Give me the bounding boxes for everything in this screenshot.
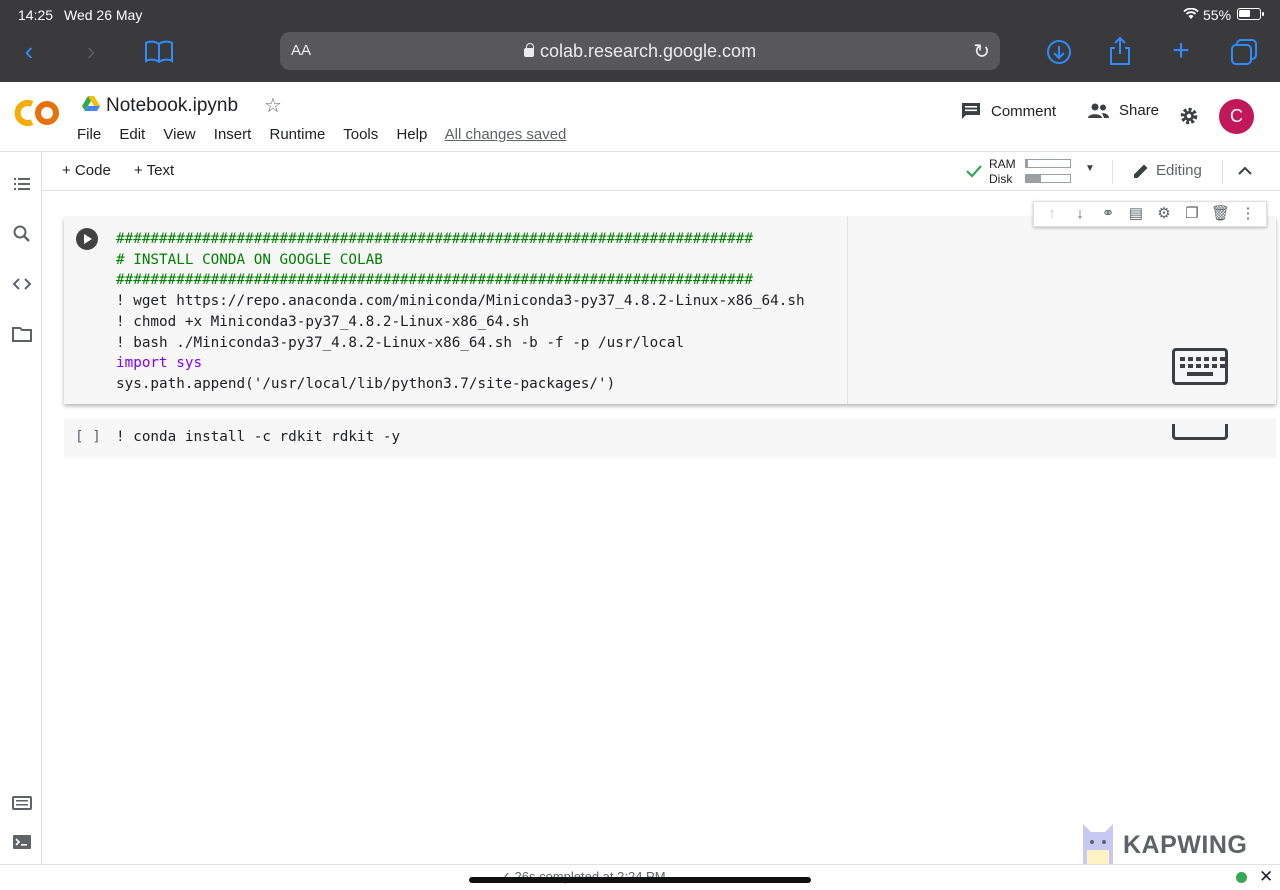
menu-insert[interactable]: Insert bbox=[214, 126, 252, 143]
table-of-contents-icon[interactable] bbox=[11, 173, 33, 195]
comment-label: Comment bbox=[991, 102, 1057, 120]
bookmarks-icon[interactable] bbox=[144, 40, 174, 64]
terminal-icon[interactable] bbox=[11, 831, 33, 853]
url-text: colab.research.google.com bbox=[539, 41, 757, 61]
comment-icon bbox=[962, 103, 980, 119]
ram-label: RAM bbox=[989, 157, 1016, 171]
add-code-cell-button[interactable]: + Code bbox=[62, 162, 111, 179]
menu-file[interactable]: File bbox=[77, 126, 101, 143]
star-icon[interactable]: ☆ bbox=[264, 93, 282, 118]
address-bar[interactable]: AA colab.research.google.com ↻ bbox=[280, 32, 1000, 70]
close-icon[interactable]: ✕ bbox=[1259, 867, 1273, 887]
share-button[interactable]: Share bbox=[1087, 102, 1159, 119]
files-folder-icon[interactable] bbox=[11, 323, 33, 345]
keyboard-icon[interactable] bbox=[1172, 348, 1228, 385]
toolbar-divider-line bbox=[42, 190, 1280, 191]
comment-button[interactable]: Comment bbox=[961, 102, 1056, 120]
cell-run-indicator[interactable]: [ ] bbox=[75, 429, 101, 445]
menu-help[interactable]: Help bbox=[396, 126, 427, 143]
cell-settings-icon[interactable]: ⚙ bbox=[1155, 205, 1173, 223]
new-tab-icon[interactable]: + bbox=[1166, 36, 1196, 66]
code-editor[interactable]: ########################################… bbox=[116, 229, 805, 395]
move-cell-up-icon[interactable]: ↑ bbox=[1043, 205, 1061, 223]
code-line: ! bash ./Miniconda3-py37_4.8.2-Linux-x86… bbox=[116, 334, 685, 351]
disk-bar bbox=[1025, 174, 1071, 183]
colab-logo-icon[interactable] bbox=[14, 98, 62, 128]
keyboard-icon[interactable] bbox=[1172, 424, 1228, 440]
battery-icon bbox=[1237, 8, 1264, 20]
collapse-header-icon[interactable] bbox=[1237, 164, 1253, 178]
date: Wed 26 May bbox=[64, 7, 143, 23]
home-indicator[interactable] bbox=[469, 877, 811, 883]
more-options-icon[interactable]: ⋮ bbox=[1239, 205, 1257, 223]
notebook-title[interactable]: Notebook.ipynb bbox=[106, 95, 238, 117]
google-drive-icon[interactable] bbox=[82, 96, 100, 112]
menu-view[interactable]: View bbox=[163, 126, 195, 143]
url-display[interactable]: colab.research.google.com bbox=[280, 41, 1000, 62]
disk-label: Disk bbox=[989, 172, 1013, 186]
toolbar-divider bbox=[1112, 160, 1113, 184]
people-icon bbox=[1088, 103, 1109, 118]
tabs-icon[interactable] bbox=[1230, 38, 1258, 66]
kapwing-watermark-icon bbox=[1083, 824, 1113, 864]
dropdown-caret-icon[interactable]: ▼ bbox=[1085, 163, 1095, 174]
code-snippets-icon[interactable] bbox=[11, 273, 33, 295]
delete-cell-icon[interactable]: 🗑 bbox=[1211, 205, 1230, 223]
download-icon[interactable] bbox=[1046, 39, 1072, 65]
runtime-connected-dot bbox=[1236, 872, 1247, 883]
menu-tools[interactable]: Tools bbox=[343, 126, 378, 143]
forward-icon[interactable]: › bbox=[76, 36, 106, 66]
cell-toolbar: ↑ ↓ ⚭ ▤ ⚙ ❐ 🗑 ⋮ bbox=[1033, 201, 1267, 227]
code-line: ! wget https://repo.anaconda.com/minicon… bbox=[116, 293, 805, 310]
code-cell[interactable]: ########################################… bbox=[64, 217, 1276, 404]
command-palette-icon[interactable] bbox=[11, 792, 33, 814]
connected-check-icon bbox=[966, 165, 982, 178]
header-divider bbox=[0, 151, 1280, 152]
code-line: sys.path.append('/usr/local/lib/python3.… bbox=[116, 375, 616, 392]
browser-chrome: 14:25 Wed 26 May 55% ‹ › AA colab.resear… bbox=[0, 0, 1280, 82]
code-line: ########################################… bbox=[116, 231, 753, 247]
editing-label: Editing bbox=[1156, 162, 1202, 179]
save-status[interactable]: All changes saved bbox=[445, 126, 567, 143]
avatar[interactable]: C bbox=[1219, 99, 1254, 134]
add-text-cell-button[interactable]: + Text bbox=[134, 162, 174, 179]
code-line: ########################################… bbox=[116, 272, 753, 289]
ram-bar-fill bbox=[1026, 160, 1029, 167]
mirror-cell-icon[interactable]: ❐ bbox=[1183, 205, 1201, 223]
run-cell-button[interactable] bbox=[76, 228, 98, 250]
settings-gear-icon[interactable] bbox=[1179, 106, 1199, 126]
footer-divider bbox=[0, 864, 1280, 865]
code-line: ! chmod +x Miniconda3-py37_4.8.2-Linux-x… bbox=[116, 313, 530, 330]
ram-bar bbox=[1025, 159, 1071, 168]
ruler-line bbox=[847, 217, 848, 404]
share-sheet-icon[interactable] bbox=[1107, 36, 1133, 66]
share-label: Share bbox=[1119, 102, 1160, 119]
menu-edit[interactable]: Edit bbox=[119, 126, 145, 143]
wifi-icon bbox=[1183, 8, 1199, 19]
back-icon[interactable]: ‹ bbox=[14, 36, 44, 66]
reload-icon[interactable]: ↻ bbox=[973, 39, 990, 64]
disk-bar-fill bbox=[1026, 175, 1042, 182]
code-cell[interactable]: [ ] ! conda install -c rdkit rdkit -y bbox=[64, 418, 1276, 458]
search-icon[interactable] bbox=[11, 223, 33, 245]
pencil-icon bbox=[1134, 164, 1148, 178]
code-line: # INSTALL CONDA ON GOOGLE COLAB bbox=[116, 251, 383, 268]
link-to-cell-icon[interactable]: ⚭ bbox=[1099, 205, 1117, 223]
move-cell-down-icon[interactable]: ↓ bbox=[1071, 205, 1089, 223]
code-line[interactable]: ! conda install -c rdkit rdkit -y bbox=[116, 429, 400, 445]
menu-bar: File Edit View Insert Runtime Tools Help… bbox=[77, 126, 580, 143]
lock-icon bbox=[523, 43, 534, 57]
code-line: import sys bbox=[116, 355, 203, 372]
add-comment-icon[interactable]: ▤ bbox=[1127, 205, 1145, 223]
menu-runtime[interactable]: Runtime bbox=[269, 126, 325, 143]
toolbar-divider-2 bbox=[1222, 160, 1223, 184]
battery-percent: 55% bbox=[1203, 7, 1232, 23]
clock: 14:25 bbox=[18, 7, 54, 23]
resource-monitor[interactable]: RAM Disk ▼ bbox=[965, 155, 1100, 187]
ios-status-bar: 14:25 Wed 26 May 55% bbox=[0, 0, 1280, 28]
sidebar-divider bbox=[41, 152, 42, 864]
